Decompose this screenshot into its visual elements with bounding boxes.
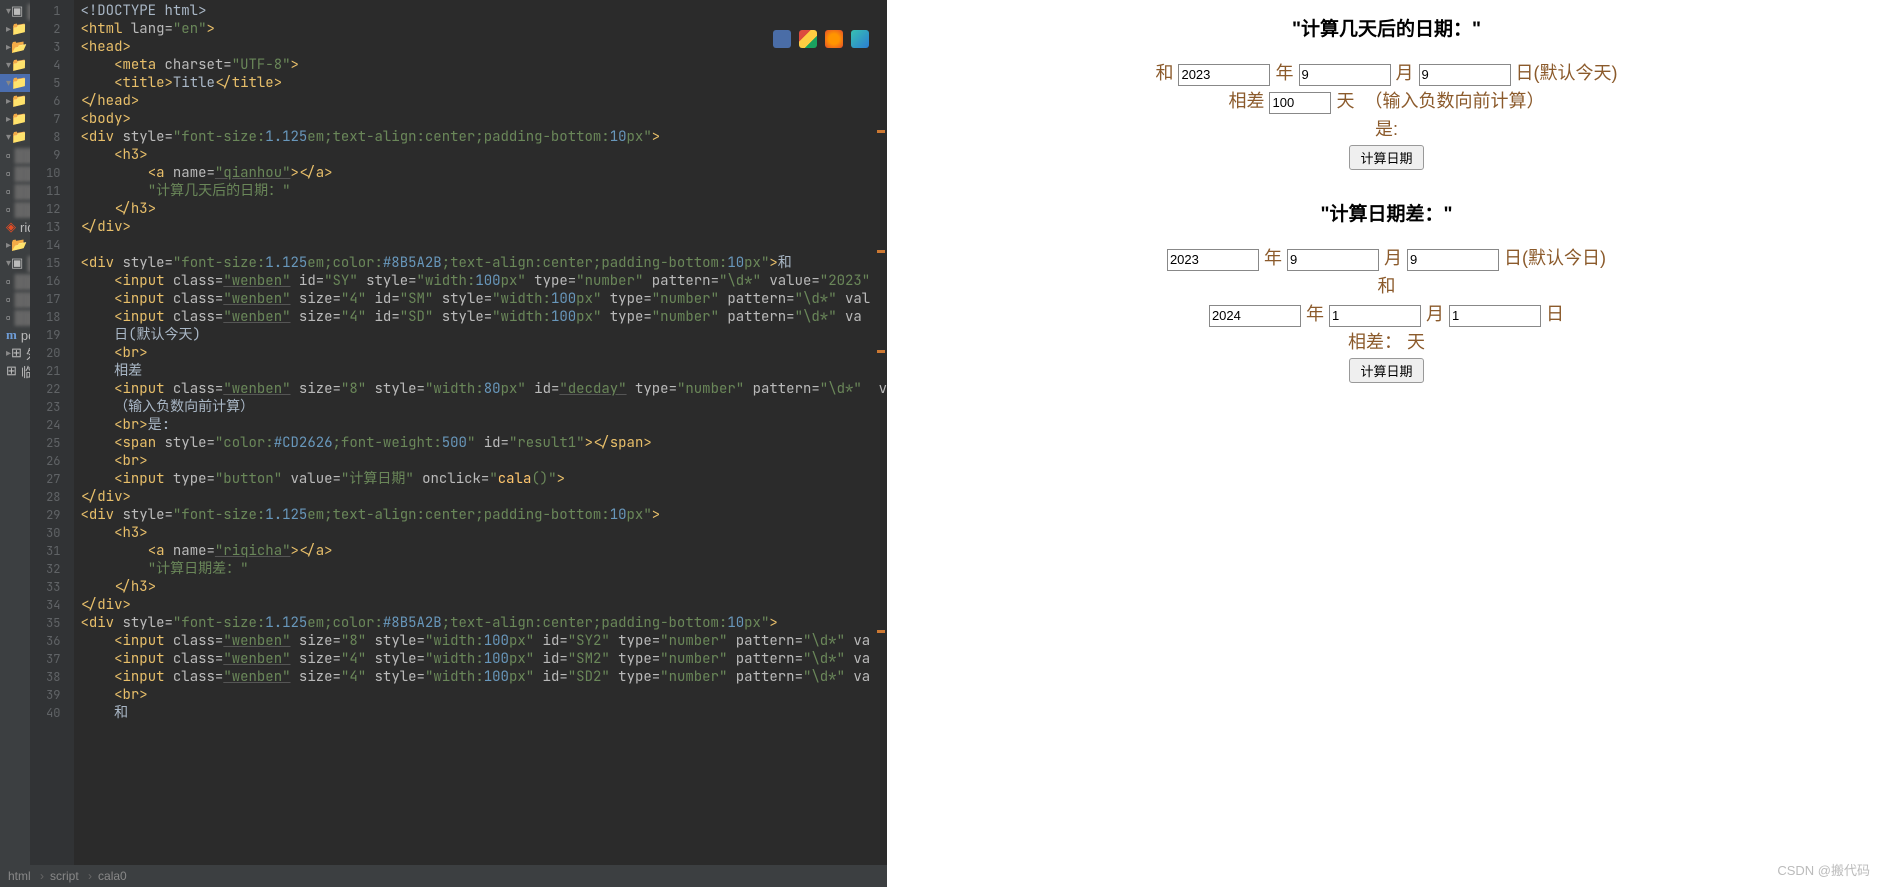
tree-item[interactable]: ▫████ [0,164,30,182]
tree-item[interactable]: ▫████ [0,146,30,164]
label-year: 年 [1275,63,1293,83]
form-riqicha: 年 月 日(默认今日) 和 年 月 日 相差： 天 计算日期 [887,244,1886,384]
tree-item[interactable]: ▸⊞外部库 [0,344,30,362]
breadcrumb-item[interactable]: html [8,869,44,883]
tree-item[interactable]: ▸📂target [0,236,30,254]
label-and: 和 [1155,63,1173,83]
input-decday[interactable] [1269,92,1331,114]
input-sy2[interactable] [1167,249,1259,271]
label-day-default2: 日(默认今日) [1504,248,1606,268]
browser-preview: "计算几天后的日期：" 和 年 月 日(默认今天) 相差 天 （输入负数向前计算… [887,0,1886,887]
tree-item[interactable]: ▾📁src [0,56,30,74]
code-editor[interactable]: 1234567891011121314151617181920212223242… [30,0,887,865]
tree-item[interactable]: ▫████ [0,272,30,290]
calc-button-2[interactable]: 计算日期 [1349,358,1423,383]
label-diff-result: 相差： 天 [1348,332,1425,352]
code-body[interactable]: <!DOCTYPE html><html lang="en"><head> <m… [74,0,887,865]
gutter: 1234567891011121314151617181920212223242… [30,0,74,865]
watermark: CSDN @搬代码 [1777,860,1870,879]
ide-main: ▾▣████▸📁.idea▸📂out▾📁src▾📁main▸📁java▸📁res… [0,0,887,865]
tree-item[interactable]: mpom.xml [0,326,30,344]
label-and: 和 [1378,276,1396,296]
form-qianhou: 和 年 月 日(默认今天) 相差 天 （输入负数向前计算） 是: 计算日期 [887,59,1886,171]
ide-window: ▾▣████▸📁.idea▸📂out▾📁src▾📁main▸📁java▸📁res… [0,0,887,887]
tree-item[interactable]: ▾📁main [0,74,30,92]
tree-item[interactable]: ⊞临时文件和控制台 [0,362,30,380]
input-sm2[interactable] [1287,249,1379,271]
tree-item[interactable]: ▸📁java [0,92,30,110]
input-sm[interactable] [1299,64,1391,86]
breadcrumb-item[interactable]: cala0 [98,869,127,883]
label-is: 是: [1375,119,1398,139]
tree-item[interactable]: ▫████ [0,182,30,200]
tree-item[interactable]: ◈riqijisuanqi.html [0,218,30,236]
input-ed[interactable] [1449,305,1541,327]
code-area: 1234567891011121314151617181920212223242… [30,0,887,865]
minimap[interactable] [875,0,887,865]
input-sd[interactable] [1419,64,1511,86]
tree-item[interactable]: ▸📁.idea [0,20,30,38]
input-ey[interactable] [1209,305,1301,327]
breadcrumb-item[interactable]: script [50,869,92,883]
tree-item[interactable]: ▫████ [0,200,30,218]
label-day: 日 [1546,304,1564,324]
tree-item[interactable]: ▫████ [0,290,30,308]
label-year: 年 [1306,304,1324,324]
label-month: 月 [1384,248,1402,268]
label-day-default: 日(默认今天) [1516,63,1618,83]
tree-item[interactable]: ▾▣████ [0,2,30,20]
heading-riqicha: "计算日期差：" [887,199,1886,226]
label-month: 月 [1396,63,1414,83]
label-tian: 天 [1337,91,1355,111]
breadcrumb[interactable]: html script cala0 [0,865,887,887]
label-hint: （输入负数向前计算） [1365,91,1545,111]
tree-item[interactable]: ▸📂out [0,38,30,56]
tree-item[interactable]: ▫████ [0,308,30,326]
tree-item[interactable]: ▾▣████ [0,254,30,272]
input-sd2[interactable] [1407,249,1499,271]
label-year: 年 [1264,248,1282,268]
tree-item[interactable]: ▸📁resources [0,110,30,128]
label-diff: 相差 [1228,91,1264,111]
label-month: 月 [1426,304,1444,324]
calc-button-1[interactable]: 计算日期 [1349,145,1423,170]
input-em[interactable] [1329,305,1421,327]
heading-qianhou: "计算几天后的日期：" [887,14,1886,41]
project-tree[interactable]: ▾▣████▸📁.idea▸📂out▾📁src▾📁main▸📁java▸📁res… [0,0,30,865]
input-sy[interactable] [1178,64,1270,86]
tree-item[interactable]: ▾📁webapp [0,128,30,146]
